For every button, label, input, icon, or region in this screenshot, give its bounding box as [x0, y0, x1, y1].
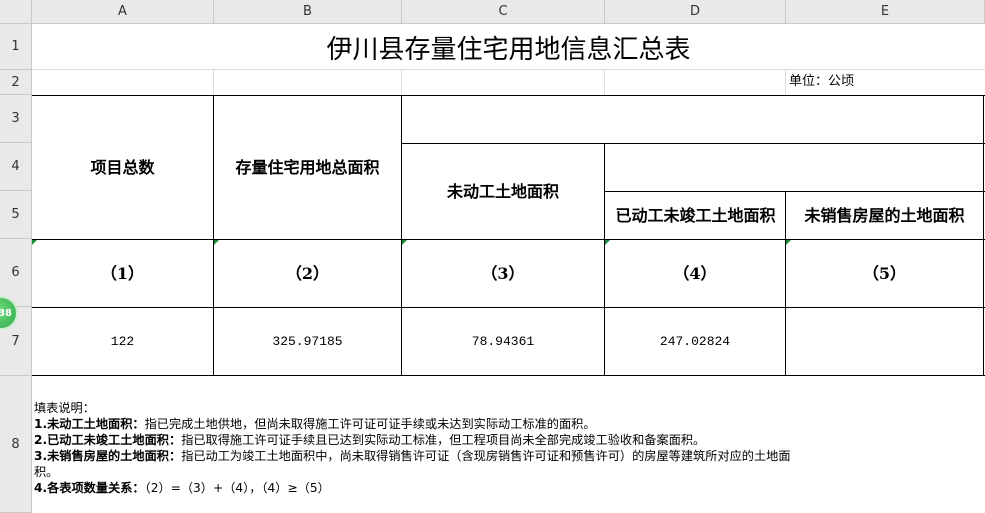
row-header-1[interactable]: 1 [0, 24, 32, 70]
header-started-unfinished-area[interactable]: 已动工未竣工土地面积 [608, 192, 783, 239]
column-header-b[interactable]: B [214, 0, 402, 24]
header-project-count[interactable]: 项目总数 [32, 96, 213, 239]
note-1-term: 1.未动工土地面积： [34, 417, 145, 431]
value-unstarted-area[interactable]: 78.94361 [402, 308, 604, 375]
row-header-2[interactable]: 2 [0, 70, 32, 95]
header-unstarted-area[interactable]: 未动工土地面积 [402, 144, 604, 239]
note-3-text: 指已动工为竣工土地面积中，尚未取得销售许可证（含现房销售许可证和预售许可）的房屋… [181, 449, 791, 463]
index-cell-1[interactable]: （1） [32, 240, 213, 307]
header-unsold-area[interactable]: 未销售房屋的土地面积 [788, 192, 981, 239]
value-started-unfinished-area[interactable]: 247.02824 [605, 308, 785, 375]
index-cell-4[interactable]: （4） [605, 240, 785, 307]
column-header-e[interactable]: E [786, 0, 985, 24]
note-1-text: 指已完成土地供地，但尚未取得施工许可证可证手续或未达到实际动工标准的面积。 [144, 417, 596, 431]
notes-heading: 填表说明： [34, 401, 95, 415]
index-cell-3[interactable]: （3） [402, 240, 604, 307]
note-2-text: 指已取得施工许可证手续且已达到实际动工标准，但工程项目尚未全部完成竣工验收和备案… [181, 433, 706, 447]
gridline [213, 70, 214, 95]
border-line [983, 95, 984, 376]
note-3-continued: 积。 [34, 465, 59, 479]
cell-indicator-icon [214, 240, 219, 245]
note-4-text: （2）=（3）+（4），（4）≥（5） [144, 481, 330, 495]
column-header-c[interactable]: C [402, 0, 605, 24]
gridline [604, 70, 605, 95]
row-header-5[interactable]: 5 [0, 191, 32, 239]
row-header-4[interactable]: 4 [0, 143, 32, 191]
unit-label[interactable]: 单位：公顷 [789, 72, 854, 92]
select-all-corner[interactable] [0, 0, 32, 24]
note-4: 4.各表项数量关系：（2）=（3）+（4），（4）≥（5） [34, 480, 982, 496]
cell-indicator-icon [402, 240, 407, 245]
gridline [401, 70, 402, 95]
border-line [32, 375, 985, 376]
cell-indicator-icon [605, 240, 610, 245]
note-4-term: 4.各表项数量关系： [34, 481, 145, 495]
index-cell-2[interactable]: （2） [214, 240, 401, 307]
notes-block[interactable]: 填表说明： 1.未动工土地面积：指已完成土地供地，但尚未取得施工许可证可证手续或… [34, 400, 982, 496]
value-project-count[interactable]: 122 [32, 308, 213, 375]
column-header-d[interactable]: D [605, 0, 786, 24]
row-header-8[interactable]: 8 [0, 376, 32, 513]
header-total-area[interactable]: 存量住宅用地总面积 [214, 96, 401, 239]
sheet-title[interactable]: 伊川县存量住宅用地信息汇总表 [32, 24, 985, 70]
note-2: 2.已动工未竣工土地面积：指已取得施工许可证手续且已达到实际动工标准，但工程项目… [34, 432, 982, 448]
cell-indicator-icon [786, 240, 791, 245]
row-header-3[interactable]: 3 [0, 95, 32, 143]
value-unsold-area[interactable] [786, 308, 983, 375]
column-header-a[interactable]: A [32, 0, 214, 24]
note-3-term: 3.未销售房屋的土地面积： [34, 449, 182, 463]
note-2-term: 2.已动工未竣工土地面积： [34, 433, 182, 447]
gridline [785, 70, 786, 95]
note-1: 1.未动工土地面积：指已完成土地供地，但尚未取得施工许可证可证手续或未达到实际动… [34, 416, 982, 432]
index-cell-5[interactable]: （5） [786, 240, 983, 307]
note-3: 3.未销售房屋的土地面积：指已动工为竣工土地面积中，尚未取得销售许可证（含现房销… [34, 448, 982, 464]
cell-indicator-icon [32, 240, 37, 245]
value-total-area[interactable]: 325.97185 [214, 308, 401, 375]
